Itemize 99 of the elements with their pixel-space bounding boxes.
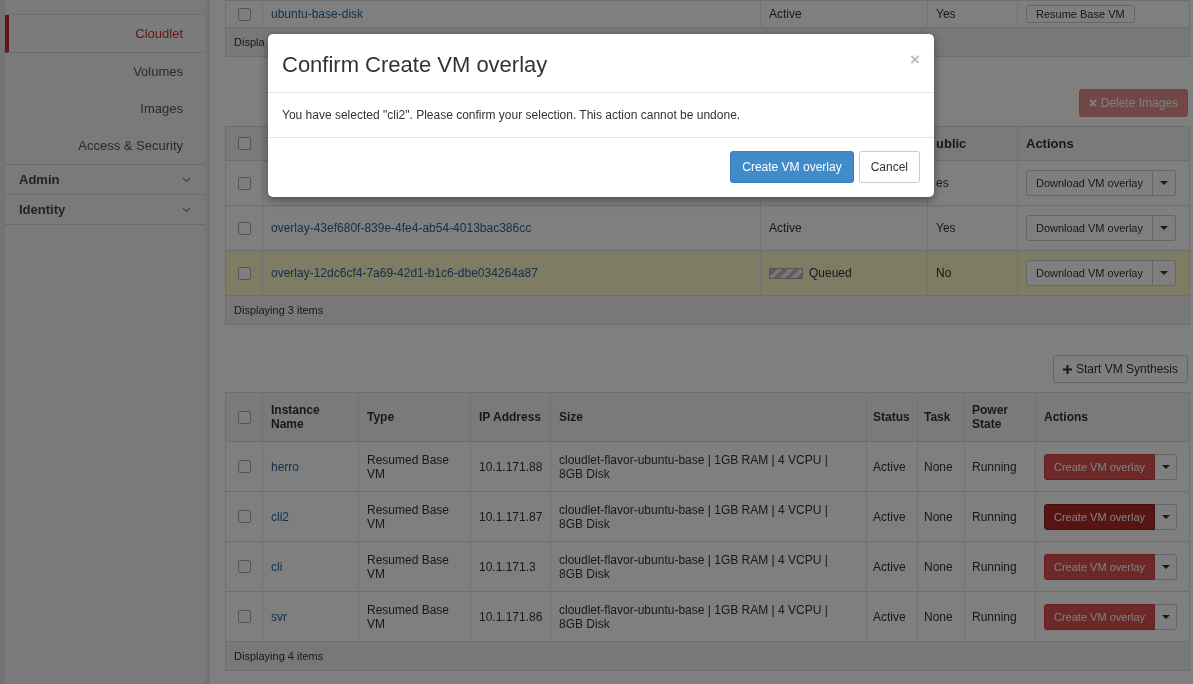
size-text: cloudlet-flavor-ubuntu-base | 1GB RAM | 4 VCPU | 8GB Disk [559, 602, 829, 631]
dropdown-toggle[interactable] [1155, 453, 1178, 480]
power-state-text: Running [972, 459, 1017, 474]
dropdown-toggle[interactable] [1155, 603, 1178, 630]
column-header: Size [559, 410, 583, 424]
type-text: Resumed Base VM [367, 502, 451, 531]
overlay-link[interactable]: overlay-43ef680f-839e-4fe4-ab54-4013bac386cc [271, 221, 532, 235]
dialog-message: You have selected "cli2". Please confirm your selection. This action cannot be undone. [282, 108, 741, 122]
sidebar-section[interactable]: Admin [5, 164, 205, 194]
sidebar-item[interactable]: Images [5, 90, 205, 127]
ip-address-text: 10.1.171.86 [479, 609, 543, 624]
plus-icon [1062, 364, 1072, 374]
caret-icon [1161, 614, 1170, 619]
start-synthesis-button[interactable]: Start VM Synthesis [1052, 355, 1188, 383]
download-button[interactable]: Download VM overlay [1026, 260, 1153, 286]
create-overlay-button[interactable]: Create VM overlay [1044, 603, 1156, 630]
caret-icon [1161, 514, 1170, 519]
dropdown-toggle[interactable] [1155, 503, 1178, 530]
public-text: Yes [936, 7, 956, 21]
power-state-text: Running [972, 609, 1017, 624]
public-text: es [936, 176, 949, 190]
dropdown-toggle[interactable] [1155, 553, 1178, 580]
status-text: Active [873, 459, 906, 474]
checkbox[interactable] [237, 510, 251, 523]
overlay-link[interactable]: overlay-12dc6cf4-7a69-42d1-b1c6-dbe034264a87 [271, 266, 538, 280]
column-header: ublic [936, 136, 967, 151]
power-state-text: Running [972, 509, 1017, 524]
task-text: None [924, 459, 953, 474]
download-button[interactable]: Download VM overlay [1026, 215, 1153, 241]
caret-icon [1161, 564, 1170, 569]
dialog-title: Confirm Create VM overlay [282, 52, 548, 78]
checkbox[interactable] [237, 460, 251, 473]
status-text: Active [873, 609, 906, 624]
column-header: Instance Name [271, 403, 321, 431]
checkbox[interactable] [237, 176, 251, 190]
instance-link[interactable]: svr [271, 609, 287, 624]
status-text: Queued [809, 266, 852, 280]
close-button[interactable]: × [910, 50, 920, 70]
table-footer: Displa [234, 36, 265, 48]
dropdown-toggle[interactable] [1153, 170, 1176, 196]
ip-address-text: 10.1.171.87 [479, 509, 543, 524]
type-text: Resumed Base VM [367, 602, 451, 631]
resume-button[interactable]: Resume Base VM [1026, 5, 1135, 23]
progress-bar [769, 267, 803, 279]
sidebar-item[interactable]: Volumes [5, 53, 205, 90]
instance-link[interactable]: cli2 [271, 509, 289, 524]
cancel-button[interactable]: Cancel [858, 151, 920, 183]
dropdown-toggle[interactable] [1153, 260, 1176, 286]
download-button[interactable]: Download VM overlay [1026, 170, 1153, 196]
size-text: cloudlet-flavor-ubuntu-base | 1GB RAM | 4 VCPU | 8GB Disk [559, 452, 829, 481]
power-state-text: Running [972, 559, 1017, 574]
table-footer: Displaying 3 items [234, 304, 324, 316]
column-header: Status [873, 410, 910, 424]
dropdown-toggle[interactable] [1153, 215, 1176, 241]
sidebar-item[interactable]: Cloudlet [5, 15, 205, 53]
ip-address-text: 10.1.171.88 [479, 459, 543, 474]
size-text: cloudlet-flavor-ubuntu-base | 1GB RAM | 4 VCPU | 8GB Disk [559, 502, 829, 531]
create-overlay-button[interactable]: Create VM overlay [1044, 453, 1156, 480]
caret-icon [1160, 226, 1168, 230]
column-header: Actions [1044, 410, 1088, 424]
status-text: Active [769, 7, 802, 21]
create-overlay-button[interactable]: Create VM overlay [1044, 503, 1156, 530]
caret-icon [1160, 181, 1168, 185]
type-text: Resumed Base VM [367, 552, 451, 581]
confirm-button[interactable]: Create VM overlay [730, 151, 854, 183]
status-text: Active [873, 509, 906, 524]
chevron-icon [182, 176, 191, 183]
task-text: None [924, 609, 953, 624]
checkbox[interactable] [237, 560, 251, 573]
task-text: None [924, 559, 953, 574]
caret-icon [1161, 464, 1170, 469]
status-text: Active [769, 221, 802, 235]
ip-address-text: 10.1.171.3 [479, 559, 536, 574]
image-link[interactable]: ubuntu-base-disk [271, 7, 364, 21]
column-header: Task [924, 410, 951, 424]
instance-link[interactable]: herro [271, 459, 299, 474]
column-header: Type [367, 410, 395, 424]
checkbox[interactable] [237, 610, 251, 623]
size-text: cloudlet-flavor-ubuntu-base | 1GB RAM | 4 VCPU | 8GB Disk [559, 552, 829, 581]
checkbox[interactable] [237, 410, 251, 424]
column-header: IP Address [479, 410, 542, 424]
table-footer: Displaying 4 items [234, 650, 324, 662]
type-text: Resumed Base VM [367, 452, 451, 481]
public-text: Yes [936, 221, 956, 235]
caret-icon [1160, 271, 1168, 275]
create-overlay-button[interactable]: Create VM overlay [1044, 553, 1156, 580]
column-header: Power State [972, 403, 1009, 431]
status-text: Active [873, 559, 906, 574]
task-text: None [924, 509, 953, 524]
sidebar-item[interactable]: Access & Security [5, 127, 205, 164]
instance-link[interactable]: cli [271, 559, 283, 574]
checkbox[interactable] [237, 266, 251, 280]
column-header: Actions [1026, 136, 1074, 151]
checkbox[interactable] [237, 7, 251, 21]
public-text: No [936, 266, 952, 280]
checkbox[interactable] [237, 221, 251, 235]
chevron-icon [182, 206, 191, 213]
sidebar-section[interactable]: Identity [5, 194, 205, 225]
checkbox[interactable] [237, 137, 251, 150]
